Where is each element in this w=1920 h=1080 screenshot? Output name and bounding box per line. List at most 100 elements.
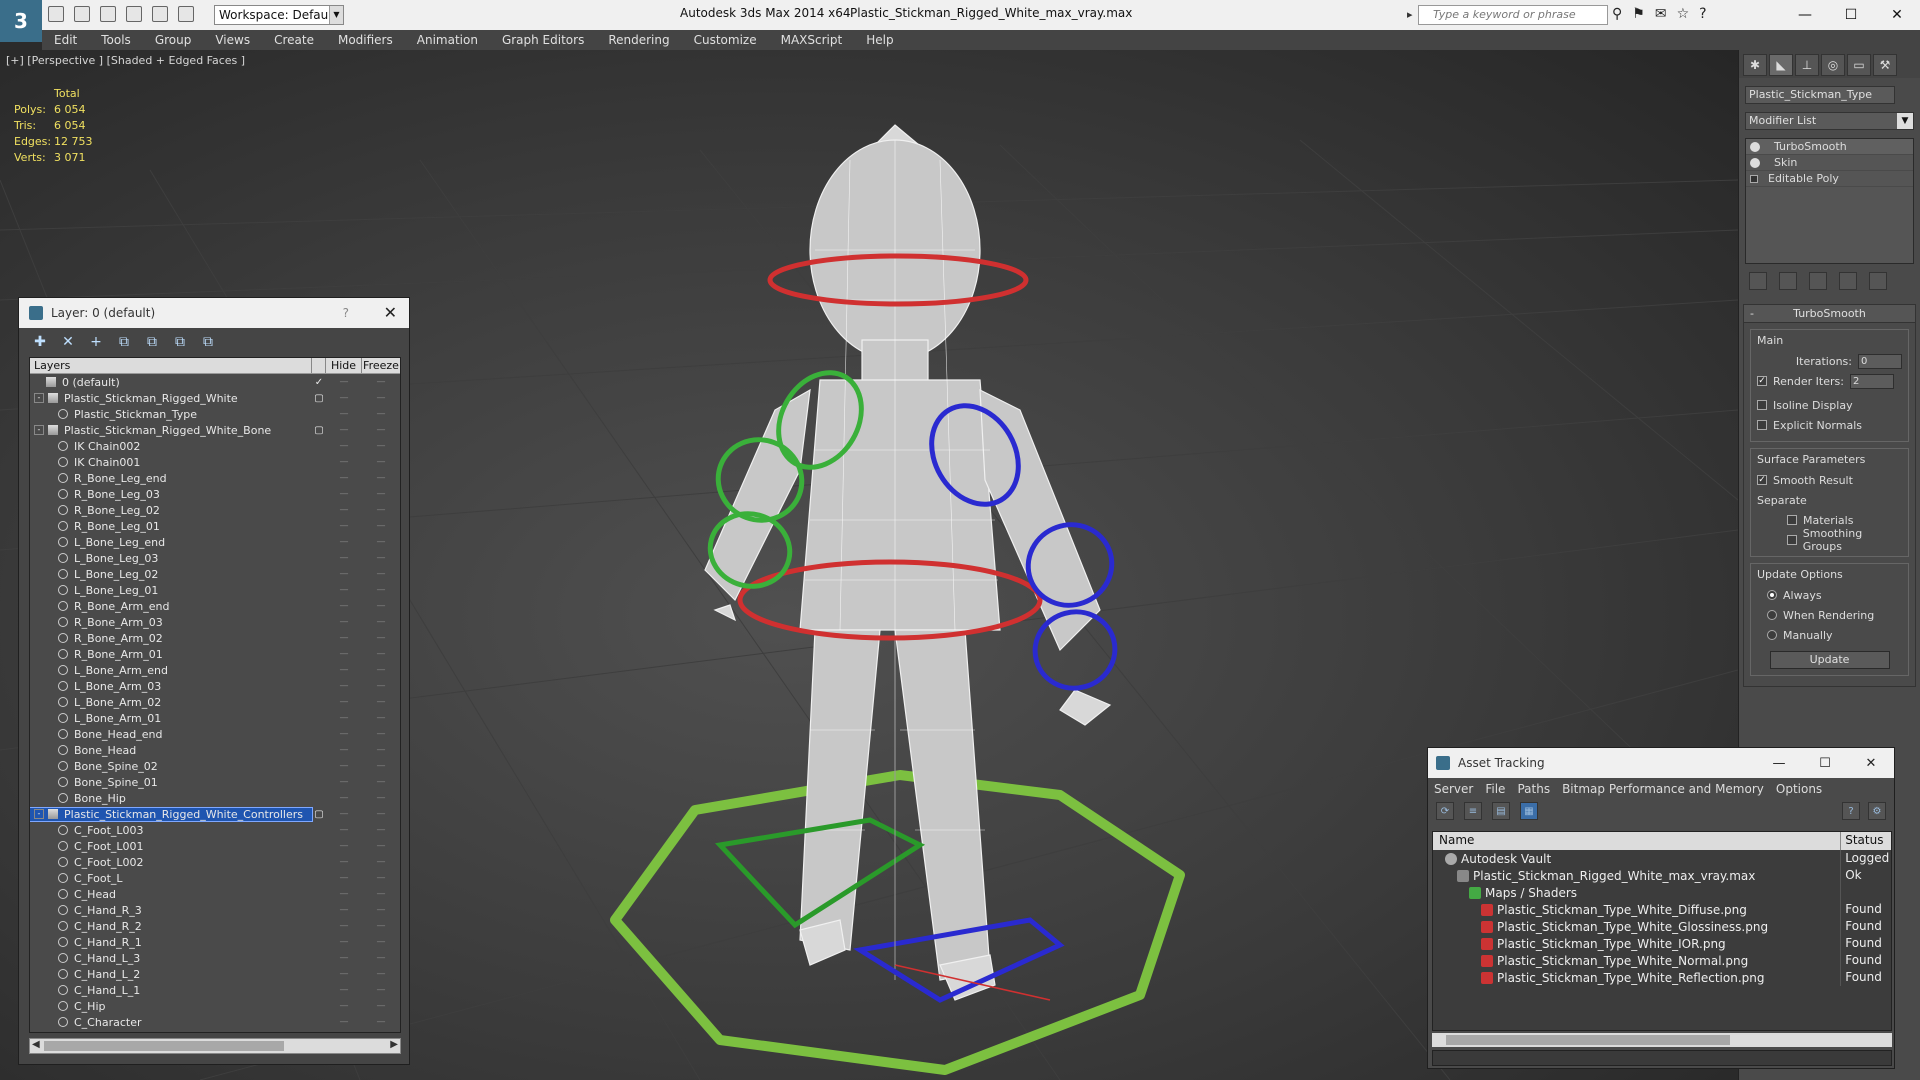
- layer-object-row[interactable]: L_Bone_Arm_end — —: [30, 662, 400, 678]
- layer-row-name-cell[interactable]: - Plastic_Stickman_Rigged_White_Controlle…: [30, 806, 313, 822]
- layer-object-row[interactable]: R_Bone_Leg_02 — —: [30, 502, 400, 518]
- freeze-toggle[interactable]: —: [362, 953, 400, 963]
- freeze-toggle[interactable]: —: [362, 777, 400, 787]
- hide-toggle[interactable]: —: [326, 873, 362, 883]
- show-end-result-icon[interactable]: [1779, 272, 1797, 290]
- freeze-toggle[interactable]: —: [362, 649, 400, 659]
- layer-row-name-cell[interactable]: 0 (default): [30, 376, 312, 389]
- hide-toggle[interactable]: —: [326, 665, 362, 675]
- layer-row-name-cell[interactable]: Bone_Head: [30, 744, 312, 757]
- hide-toggle[interactable]: —: [326, 425, 362, 435]
- freeze-toggle[interactable]: —: [362, 905, 400, 915]
- layer-object-row[interactable]: C_Hand_L_2 — —: [30, 966, 400, 982]
- communication-icon[interactable]: ✉: [1655, 6, 1667, 22]
- hide-toggle[interactable]: —: [326, 905, 362, 915]
- layer-row-name-cell[interactable]: C_Hand_R_3: [30, 904, 312, 917]
- freeze-toggle[interactable]: —: [362, 857, 400, 867]
- subscription-icon[interactable]: ⚑: [1632, 6, 1645, 22]
- hide-toggle[interactable]: —: [326, 537, 362, 547]
- asset-row[interactable]: Plastic_Stickman_Type_White_Glossiness.p…: [1433, 918, 1891, 935]
- hide-toggle[interactable]: —: [326, 793, 362, 803]
- menu-maxscript[interactable]: MAXScript: [781, 33, 843, 47]
- hide-toggle[interactable]: —: [326, 649, 362, 659]
- smoothing-groups-checkbox[interactable]: [1787, 535, 1797, 545]
- layer-object-row[interactable]: R_Bone_Arm_02 — —: [30, 630, 400, 646]
- layer-row-name-cell[interactable]: R_Bone_Arm_end: [30, 600, 312, 613]
- display-tab-icon[interactable]: ▭: [1847, 54, 1871, 76]
- iterations-spinner[interactable]: 0: [1858, 353, 1902, 369]
- layer-row-name-cell[interactable]: L_Bone_Leg_03: [30, 552, 312, 565]
- layer-object-row[interactable]: Bone_Spine_02 — —: [30, 758, 400, 774]
- freeze-toggle[interactable]: —: [362, 809, 400, 819]
- col-freeze[interactable]: Freeze: [362, 358, 400, 373]
- layer-row-name-cell[interactable]: L_Bone_Leg_end: [30, 536, 312, 549]
- layer-object-row[interactable]: L_Bone_Arm_03 — —: [30, 678, 400, 694]
- explicit-normals-checkbox[interactable]: [1757, 420, 1767, 430]
- search-input[interactable]: Type a keyword or phrase: [1407, 5, 1608, 25]
- layer-row-name-cell[interactable]: L_Bone_Arm_end: [30, 664, 312, 677]
- render-iters-checkbox[interactable]: ✓: [1757, 376, 1767, 386]
- hide-toggle[interactable]: —: [326, 969, 362, 979]
- hide-toggle[interactable]: —: [326, 681, 362, 691]
- freeze-toggle[interactable]: —: [362, 489, 400, 499]
- hide-toggle[interactable]: —: [326, 617, 362, 627]
- scroll-right-icon[interactable]: ▶: [390, 1039, 398, 1050]
- freeze-toggle[interactable]: —: [362, 985, 400, 995]
- layer-object-row[interactable]: R_Bone_Arm_03 — —: [30, 614, 400, 630]
- layer-row-name-cell[interactable]: C_Hand_L_1: [30, 984, 312, 997]
- asset-menu-paths[interactable]: Paths: [1517, 782, 1550, 796]
- menu-tools[interactable]: Tools: [101, 33, 131, 47]
- chevron-down-icon[interactable]: ▼: [329, 6, 343, 24]
- layer-object-row[interactable]: R_Bone_Leg_03 — —: [30, 486, 400, 502]
- set-current-box-icon[interactable]: ▢: [312, 425, 326, 436]
- asset-name-cell[interactable]: Autodesk Vault: [1433, 850, 1842, 867]
- hide-toggle[interactable]: —: [326, 713, 362, 723]
- asset-menu-options[interactable]: Options: [1776, 782, 1822, 796]
- set-current-box-icon[interactable]: ▢: [312, 393, 326, 404]
- layer-row-name-cell[interactable]: R_Bone_Leg_02: [30, 504, 312, 517]
- layer-row-name-cell[interactable]: IK Chain002: [30, 440, 312, 453]
- when-rendering-radio[interactable]: [1767, 610, 1777, 620]
- hide-toggle[interactable]: —: [326, 761, 362, 771]
- hide-toggle[interactable]: —: [326, 473, 362, 483]
- make-unique-icon[interactable]: [1809, 272, 1827, 290]
- layer-object-row[interactable]: L_Bone_Leg_end — —: [30, 534, 400, 550]
- expand-toggle-icon[interactable]: -: [34, 809, 44, 819]
- freeze-toggle[interactable]: —: [362, 441, 400, 451]
- scrollbar-thumb[interactable]: [44, 1041, 284, 1051]
- open-file-icon[interactable]: [74, 6, 90, 22]
- create-layer-icon[interactable]: ✚: [31, 333, 49, 351]
- asset-name-cell[interactable]: Maps / Shaders: [1433, 884, 1842, 901]
- col-status[interactable]: Status: [1841, 832, 1891, 850]
- set-current-box-icon[interactable]: ▢: [312, 809, 326, 820]
- menu-help[interactable]: Help: [866, 33, 893, 47]
- help-icon[interactable]: ?: [1699, 6, 1706, 22]
- chevron-down-icon[interactable]: ▼: [1897, 113, 1913, 129]
- minimize-button[interactable]: —: [1756, 748, 1802, 778]
- layer-row-name-cell[interactable]: C_Hand_L_3: [30, 952, 312, 965]
- hide-toggle[interactable]: —: [326, 921, 362, 931]
- menu-graph-editors[interactable]: Graph Editors: [502, 33, 584, 47]
- layer-row-name-cell[interactable]: R_Bone_Leg_03: [30, 488, 312, 501]
- binoculars-icon[interactable]: ⚲: [1612, 6, 1622, 22]
- hide-toggle[interactable]: —: [326, 377, 362, 387]
- layer-row[interactable]: 0 (default) ✓ — —: [30, 374, 400, 390]
- stack-item-skin[interactable]: Skin: [1746, 155, 1913, 171]
- menu-edit[interactable]: Edit: [54, 33, 77, 47]
- freeze-toggle[interactable]: —: [362, 585, 400, 595]
- freeze-toggle[interactable]: —: [362, 713, 400, 723]
- layer-object-row[interactable]: C_Foot_L002 — —: [30, 854, 400, 870]
- freeze-toggle[interactable]: —: [362, 937, 400, 947]
- freeze-toggle[interactable]: —: [362, 873, 400, 883]
- freeze-toggle[interactable]: —: [362, 617, 400, 627]
- asset-row[interactable]: Maps / Shaders: [1433, 884, 1891, 901]
- freeze-toggle[interactable]: —: [362, 601, 400, 611]
- viewport-label[interactable]: [+] [Perspective ] [Shaded + Edged Faces…: [6, 54, 245, 67]
- hide-toggle[interactable]: —: [326, 505, 362, 515]
- freeze-all-icon[interactable]: ⧉: [199, 333, 217, 351]
- close-button[interactable]: ✕: [1874, 0, 1920, 30]
- new-file-icon[interactable]: [48, 6, 64, 22]
- hide-toggle[interactable]: —: [326, 953, 362, 963]
- layer-row-name-cell[interactable]: Bone_Spine_01: [30, 776, 312, 789]
- freeze-toggle[interactable]: —: [362, 505, 400, 515]
